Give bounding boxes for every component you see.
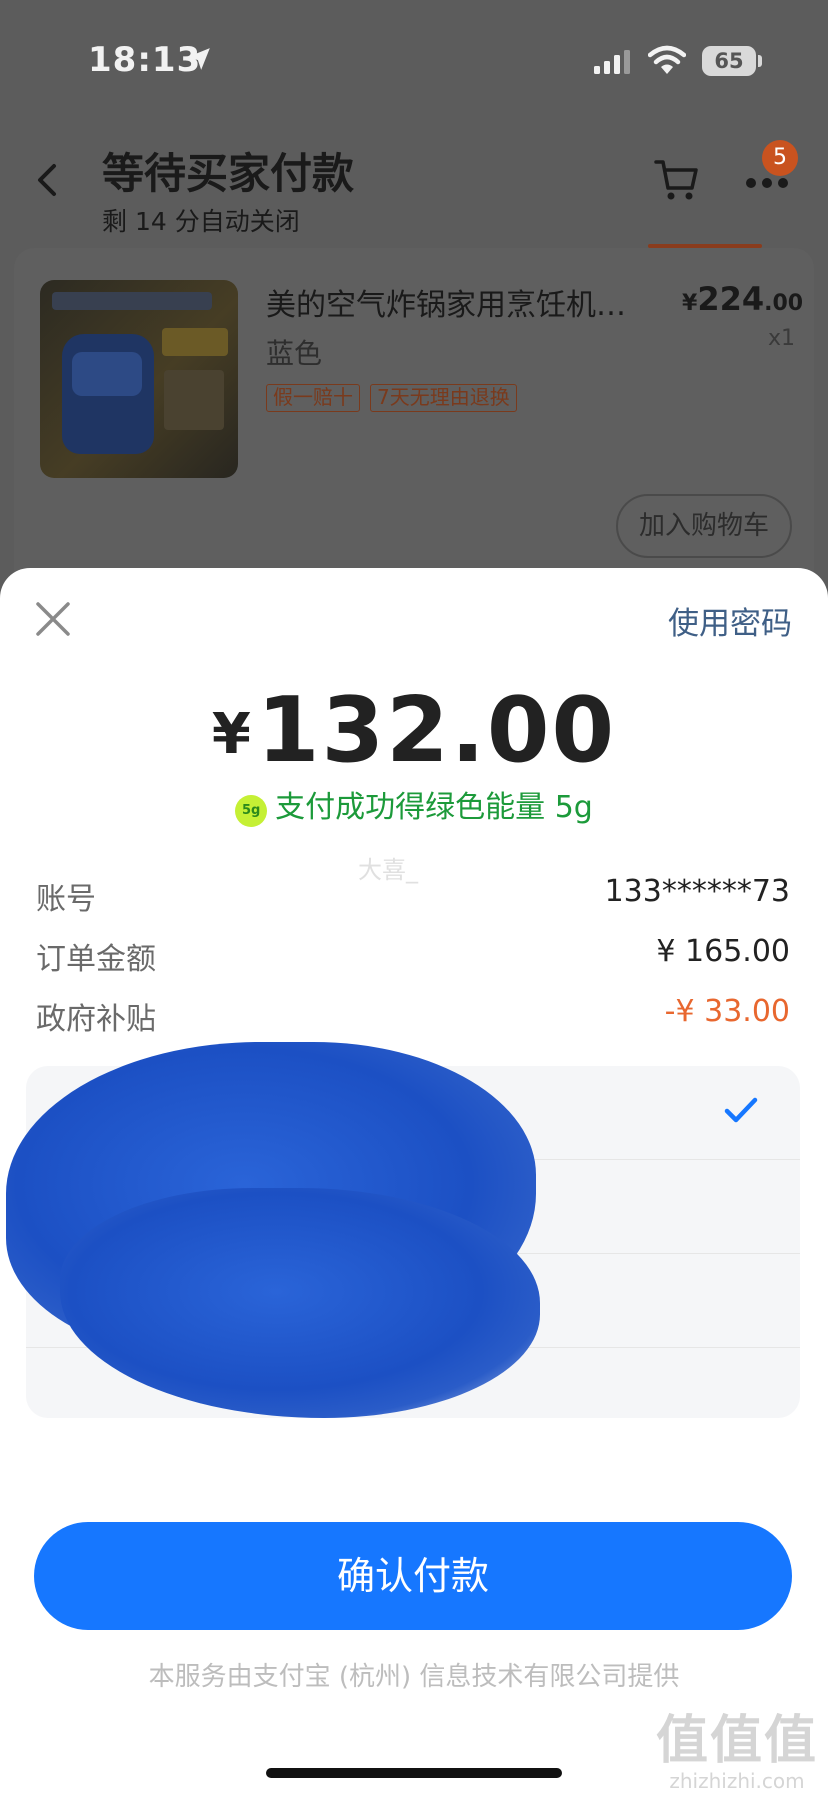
cart-count-badge: 5 <box>762 140 798 176</box>
air-fryer-window <box>72 352 142 396</box>
status-bar: 18:13 65 <box>0 0 828 120</box>
cellular-signal-icon <box>594 50 630 74</box>
add-to-cart-button[interactable]: 加入购物车 <box>616 494 792 558</box>
back-arrow-icon[interactable] <box>32 160 62 200</box>
subsidy-label: 政府补贴 <box>36 1002 156 1037</box>
order-amount-label: 订单金额 <box>36 942 156 977</box>
confirm-payment-button[interactable]: 确认付款 <box>34 1522 792 1630</box>
thumbnail-feature-badge <box>162 328 228 356</box>
product-price: ¥224.00 <box>682 280 803 318</box>
amount-value: 132.00 <box>256 678 617 783</box>
more-options-icon[interactable] <box>744 176 790 190</box>
subsidy-row: 政府补贴 -¥ 33.00 <box>36 994 790 1037</box>
wifi-icon <box>648 45 686 74</box>
product-thumbnail[interactable] <box>40 280 238 478</box>
close-icon[interactable] <box>34 600 72 638</box>
thumbnail-feature-list <box>164 370 224 430</box>
subsidy-value: -¥ 33.00 <box>664 994 790 1029</box>
green-energy-note: 5g 支付成功得绿色能量 5g <box>0 782 828 827</box>
page-title: 等待买家付款 <box>102 149 355 198</box>
price-decimal: .00 <box>764 291 804 316</box>
payment-sheet: 使用密码 ¥132.00 5g 支付成功得绿色能量 5g 大喜_ 账号 133**… <box>0 568 828 1796</box>
thumbnail-brand-band <box>52 292 212 310</box>
price-symbol: ¥ <box>682 291 698 316</box>
currency-symbol: ¥ <box>211 702 251 767</box>
product-quantity: x1 <box>768 326 796 351</box>
battery-tip <box>758 55 762 67</box>
auto-close-countdown: 剩 14 分自动关闭 <box>102 207 300 236</box>
account-row: 账号 133******73 <box>36 874 790 917</box>
watermark-logo-text: 值值值 <box>655 1711 818 1771</box>
service-provider-note: 本服务由支付宝 (杭州) 信息技术有限公司提供 <box>148 1662 680 1692</box>
battery-indicator: 65 <box>702 46 756 76</box>
green-energy-text: 支付成功得绿色能量 5g <box>275 790 593 825</box>
watermark-url: zhizhizhi.com <box>669 1769 805 1793</box>
guarantee-tag: 假一赔十 <box>266 384 360 412</box>
account-value: 133******73 <box>604 874 790 909</box>
green-energy-icon: 5g <box>235 795 268 827</box>
use-password-link[interactable]: 使用密码 <box>668 598 792 643</box>
location-arrow-icon <box>188 48 210 70</box>
return-policy-tag: 7天无理由退换 <box>370 384 517 412</box>
shopping-cart-icon[interactable] <box>654 158 700 202</box>
payment-amount: ¥132.00 <box>0 678 828 783</box>
order-amount-row: 订单金额 ¥ 165.00 <box>36 934 790 977</box>
check-icon <box>724 1097 758 1123</box>
order-amount-value: ¥ 165.00 <box>656 934 790 969</box>
account-label: 账号 <box>36 882 96 917</box>
order-page-background: 18:13 65 等待买家付款 剩 14 分自动关闭 5 美的空气炸锅家用烹饪机… <box>0 0 828 620</box>
price-integer: 224 <box>697 280 765 318</box>
status-time: 18:13 <box>88 40 202 80</box>
product-variant: 蓝色 <box>266 337 323 370</box>
site-watermark: 值值值 zhizhizhi.com <box>656 1698 818 1793</box>
home-indicator[interactable] <box>266 1768 562 1778</box>
product-name[interactable]: 美的空气炸锅家用烹饪机… <box>266 280 646 324</box>
